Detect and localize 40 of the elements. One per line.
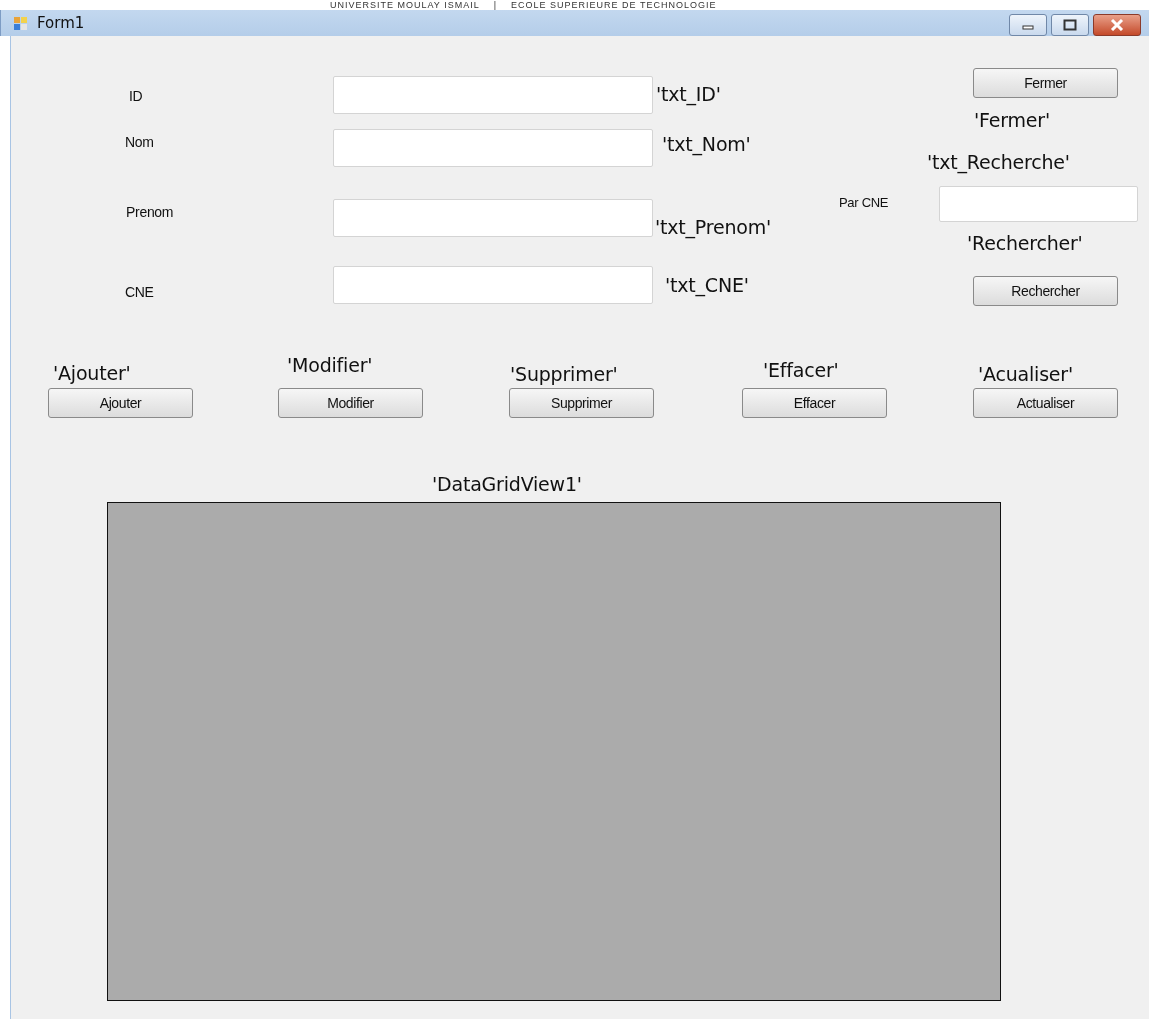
close-button[interactable] (1093, 14, 1141, 36)
control-name-label: 'Supprimer' (510, 363, 618, 385)
control-name-label: 'Ajouter' (53, 362, 131, 384)
field-label: Par CNE (839, 195, 889, 210)
header-subtitle: ECOLE SUPERIEURE DE TECHNOLOGIE (511, 0, 717, 10)
control-name-label: 'txt_Nom' (662, 133, 751, 155)
form-button[interactable]: Modifier (278, 388, 423, 418)
control-name-label: 'txt_ID' (656, 83, 721, 105)
control-name-label: 'Rechercher' (967, 232, 1083, 254)
close-icon (1109, 19, 1125, 31)
header-separator: | (493, 0, 498, 10)
control-name-label: 'Modifier' (287, 354, 373, 376)
field-label: Prenom (126, 204, 174, 220)
control-name-label: 'Acualiser' (978, 363, 1073, 385)
form-button[interactable]: Supprimer (509, 388, 654, 418)
maximize-icon (1063, 19, 1077, 31)
app-icon (13, 15, 29, 31)
form-button[interactable]: Actualiser (973, 388, 1118, 418)
input-field[interactable] (333, 76, 653, 114)
window-title: Form1 (37, 14, 85, 32)
control-name-label: 'txt_Prenom' (655, 216, 772, 238)
control-name-label: 'txt_CNE' (665, 274, 749, 296)
field-label: CNE (125, 284, 154, 300)
form-button[interactable]: Rechercher (973, 276, 1118, 306)
maximize-button[interactable] (1051, 14, 1089, 36)
input-field[interactable] (333, 266, 653, 304)
input-field[interactable] (333, 199, 653, 237)
form-button[interactable]: Fermer (973, 68, 1118, 98)
field-label: Nom (125, 134, 154, 150)
form-button[interactable]: Effacer (742, 388, 887, 418)
control-name-label: 'DataGridView1' (432, 473, 582, 495)
header-title: UNIVERSITE MOULAY ISMAIL (330, 0, 480, 10)
control-name-label: 'Effacer' (763, 359, 839, 381)
control-name-label: 'Fermer' (974, 109, 1050, 131)
form-button[interactable]: Ajouter (48, 388, 193, 418)
data-grid[interactable] (107, 502, 1001, 1001)
field-label: ID (129, 88, 143, 104)
input-field[interactable] (939, 186, 1138, 222)
input-field[interactable] (333, 129, 653, 167)
control-name-label: 'txt_Recherche' (927, 151, 1070, 173)
